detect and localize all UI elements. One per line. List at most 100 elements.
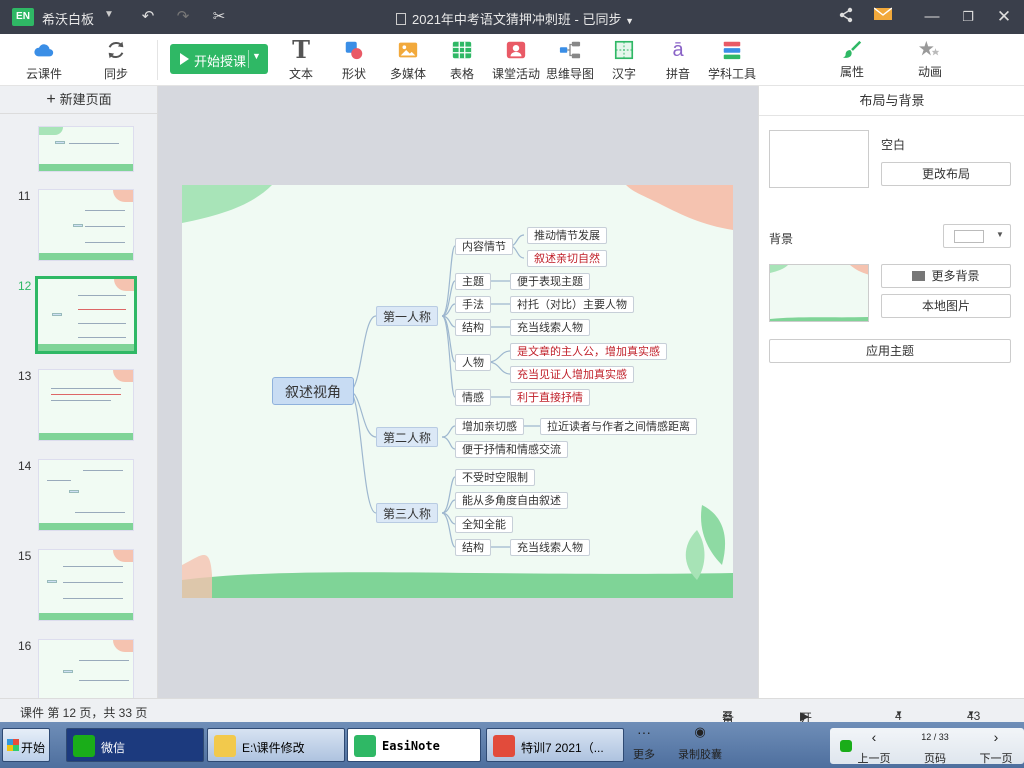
- media-tool-button[interactable]: 多媒体: [382, 36, 434, 84]
- shape-tool-button[interactable]: 形状: [328, 36, 380, 84]
- cloud-courseware-button[interactable]: 云课件: [18, 36, 70, 84]
- mindmap-node[interactable]: 结构: [455, 319, 491, 336]
- cloud-label: 云课件: [25, 67, 62, 81]
- properties-tab[interactable]: 属性: [826, 36, 878, 84]
- mindmap-leaf-highlight[interactable]: 利于直接抒情: [510, 389, 590, 406]
- scissors-icon[interactable]: ✂: [208, 7, 230, 27]
- taskbar-folder[interactable]: E:\课件修改: [207, 728, 345, 762]
- background-color-select[interactable]: ▼: [943, 224, 1011, 248]
- mindmap-node[interactable]: 增加亲切感: [455, 418, 524, 435]
- thumb-number: 11: [18, 189, 31, 203]
- mindmap-tool-button[interactable]: 思维导图: [544, 36, 596, 84]
- taskbar-wechat[interactable]: 微信: [66, 728, 204, 762]
- mindmap-node[interactable]: 人物: [455, 354, 491, 371]
- mindmap-leaf[interactable]: 拉近读者与作者之间情感距离: [540, 418, 697, 435]
- page-info: 课件 第 12 页，共 33 页: [20, 706, 148, 720]
- table-tool-button[interactable]: 表格: [436, 36, 488, 84]
- local-image-button[interactable]: 本地图片: [881, 294, 1011, 318]
- change-layout-button[interactable]: 更改布局: [881, 162, 1011, 186]
- undo-icon[interactable]: ↶: [137, 7, 159, 27]
- thumb-number: 13: [18, 369, 32, 383]
- mindmap-leaf[interactable]: 推动情节发展: [527, 227, 607, 244]
- thumb-line: [51, 394, 121, 395]
- slide-canvas[interactable]: .mm { position: absolute; font-size: 11p…: [182, 185, 733, 598]
- taskbar-easinote[interactable]: EasiNote: [347, 728, 481, 762]
- thumb-decoration: [114, 279, 134, 291]
- mindmap-leaf[interactable]: 充当线索人物: [510, 539, 590, 556]
- text-tool-button[interactable]: T 文本: [275, 36, 327, 84]
- mindmap-node-second-person[interactable]: 第二人称: [376, 427, 439, 447]
- start-dropdown-icon[interactable]: ▼: [252, 51, 261, 61]
- sync-button[interactable]: 同步: [90, 36, 142, 84]
- mindmap-leaf-highlight[interactable]: 是文章的主人公，增加真实感: [510, 343, 667, 360]
- page-number-button[interactable]: 12 / 33 页码: [910, 732, 960, 766]
- page-thumbnail[interactable]: [38, 459, 134, 531]
- thumb-node: [69, 490, 79, 493]
- mindmap-leaf[interactable]: 充当线索人物: [510, 319, 590, 336]
- media-label: 多媒体: [389, 67, 426, 81]
- thumb-decoration: [113, 370, 133, 382]
- record-capsule-button[interactable]: ◉ 录制胶囊: [674, 725, 726, 762]
- color-swatch: [954, 230, 984, 243]
- mindmap-node[interactable]: 便于抒情和情感交流: [455, 441, 568, 458]
- page-thumbnail[interactable]: [38, 189, 134, 261]
- mindmap-node[interactable]: 手法: [455, 296, 491, 313]
- classroom-activity-button[interactable]: 课堂活动: [490, 36, 542, 84]
- background-preview[interactable]: [769, 264, 869, 322]
- mindmap-node[interactable]: 主题: [455, 273, 491, 290]
- share-icon[interactable]: [835, 7, 857, 27]
- thumb-number: 15: [18, 549, 32, 563]
- hanzi-tool-button[interactable]: 汉字: [598, 36, 650, 84]
- layout-preview[interactable]: [769, 130, 869, 188]
- mindmap-leaf[interactable]: 衬托（对比）主要人物: [510, 296, 634, 313]
- subject-tools-button[interactable]: 学科工具: [706, 36, 758, 84]
- mindmap-node[interactable]: 能从多角度自由叙述: [455, 492, 568, 509]
- mindmap-leaf-highlight[interactable]: 充当见证人增加真实感: [510, 366, 634, 383]
- mindmap-node-third-person[interactable]: 第三人称: [376, 503, 439, 523]
- mindmap-leaf-highlight[interactable]: 叙述亲切自然: [527, 250, 607, 267]
- layout-name: 空白: [881, 138, 906, 152]
- mail-icon[interactable]: [872, 7, 894, 27]
- mindmap-leaf[interactable]: 便于表现主题: [510, 273, 590, 290]
- more-backgrounds-button[interactable]: 更多背景: [881, 264, 1011, 288]
- minimize-icon[interactable]: —: [921, 7, 943, 27]
- properties-label: 属性: [839, 65, 864, 79]
- redo-icon[interactable]: ↷: [172, 7, 194, 27]
- title-dropdown-icon[interactable]: ▼: [625, 16, 634, 26]
- next-page-button[interactable]: › 下一页: [976, 730, 1016, 766]
- mindmap-node[interactable]: 情感: [455, 389, 491, 406]
- document-title[interactable]: 2021年中考语文猜押冲刺班 - 已同步 ▼: [396, 9, 634, 28]
- mindmap-node[interactable]: 内容情节: [455, 238, 513, 255]
- more-button[interactable]: ··· 更多: [628, 725, 660, 762]
- thumb-line: [63, 566, 123, 567]
- page-thumbnail[interactable]: [38, 126, 134, 172]
- chevron-down-icon: ▼: [967, 709, 975, 718]
- app-menu-dropdown-icon[interactable]: ▼: [104, 9, 114, 20]
- thumb-line: [47, 480, 71, 481]
- previous-page-button[interactable]: ‹ 上一页: [854, 729, 894, 766]
- mindmap-root-node[interactable]: 叙述视角: [272, 377, 354, 405]
- page-thumbnail[interactable]: [38, 549, 134, 621]
- mindmap-node-first-person[interactable]: 第一人称: [376, 306, 439, 326]
- animation-tab[interactable]: 动画: [904, 36, 956, 84]
- pinyin-tool-button[interactable]: ā 拼音: [652, 36, 704, 84]
- apply-theme-button[interactable]: 应用主题: [769, 339, 1011, 363]
- restore-icon[interactable]: ❐: [957, 7, 979, 27]
- taskbar-wps[interactable]: 特训7 2021（...: [486, 728, 624, 762]
- close-icon[interactable]: ✕: [993, 7, 1015, 27]
- page-thumbnail-current[interactable]: [35, 276, 137, 354]
- page-thumbnail[interactable]: [38, 369, 134, 441]
- new-page-button[interactable]: + 新建页面: [0, 86, 157, 114]
- mindmap-node[interactable]: 结构: [455, 539, 491, 556]
- page-thumbnail[interactable]: [38, 639, 134, 698]
- thumb-line: [78, 309, 126, 310]
- mindmap-node[interactable]: 不受时空限制: [455, 469, 535, 486]
- mindmap-node[interactable]: 全知全能: [455, 516, 513, 533]
- thumb-decoration: [39, 127, 63, 135]
- chevron-left-icon: ‹: [871, 729, 877, 745]
- start-teaching-button[interactable]: 开始授课 ▼: [170, 44, 268, 74]
- taskbar-wps-label: 特训7 2021（...: [521, 741, 604, 755]
- start-menu-button[interactable]: 开始: [2, 728, 50, 762]
- thumb-line: [63, 598, 123, 599]
- pinyin-icon: ā: [672, 39, 684, 61]
